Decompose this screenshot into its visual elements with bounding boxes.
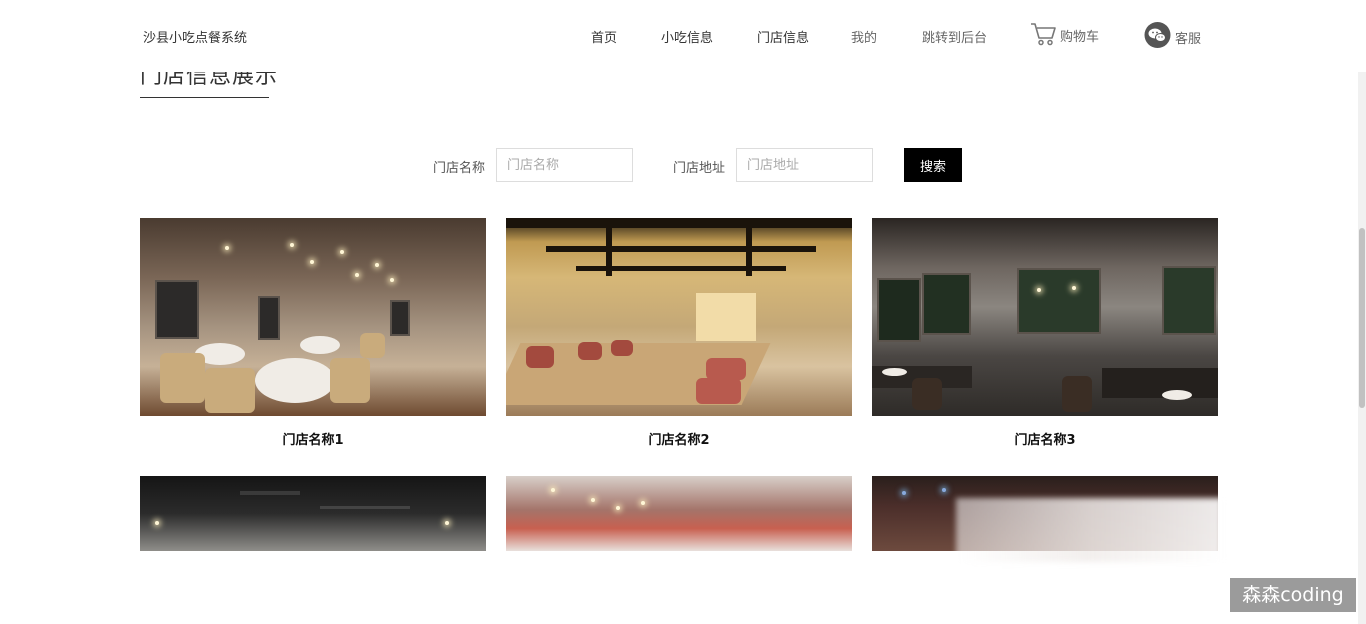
wechat-icon — [1144, 22, 1171, 48]
store-image[interactable] — [506, 218, 852, 416]
nav-cart[interactable]: 购物车 — [1030, 22, 1099, 46]
nav-service-label: 客服 — [1175, 32, 1202, 47]
nav-mine[interactable]: 我的 — [851, 27, 877, 46]
cart-icon — [1031, 23, 1056, 46]
site-logo-text[interactable]: 沙县小吃点餐系统 — [143, 27, 247, 46]
nav-admin[interactable]: 跳转到后台 — [922, 27, 987, 46]
store-card[interactable]: 门店名称3 — [872, 218, 1218, 448]
nav-snacks[interactable]: 小吃信息 — [661, 27, 713, 46]
section-title-underline — [140, 97, 269, 98]
nav-cart-label: 购物车 — [1060, 30, 1100, 45]
nav-stores[interactable]: 门店信息 — [757, 27, 809, 46]
store-name[interactable]: 门店名称1 — [140, 429, 486, 448]
store-name-input[interactable] — [496, 148, 633, 182]
store-address-label: 门店地址 — [673, 161, 726, 176]
store-image[interactable] — [140, 218, 486, 416]
store-image[interactable] — [872, 218, 1218, 416]
store-card[interactable] — [506, 476, 852, 551]
store-name[interactable]: 门店名称2 — [506, 429, 852, 448]
store-card[interactable]: 门店名称2 — [506, 218, 852, 448]
nav-home[interactable]: 首页 — [591, 27, 617, 46]
store-name-label: 门店名称 — [433, 161, 486, 176]
nav-service[interactable]: 客服 — [1144, 22, 1201, 48]
scrollbar-thumb[interactable] — [1359, 228, 1365, 408]
store-address-input[interactable] — [736, 148, 873, 182]
top-navbar: 沙县小吃点餐系统 首页 小吃信息 门店信息 我的 跳转到后台 购物车 客服 — [0, 0, 1366, 72]
store-image[interactable] — [140, 476, 486, 551]
store-image[interactable] — [506, 476, 852, 551]
store-card[interactable]: 门店名称1 — [140, 218, 486, 448]
search-button[interactable]: 搜索 — [904, 148, 962, 182]
watermark: 森森coding — [1230, 578, 1356, 612]
blurred-overlay — [956, 498, 1222, 562]
store-name[interactable]: 门店名称3 — [872, 429, 1218, 448]
store-card[interactable] — [140, 476, 486, 551]
